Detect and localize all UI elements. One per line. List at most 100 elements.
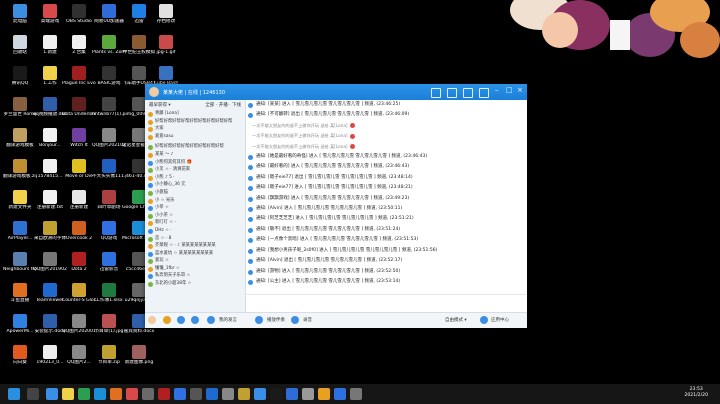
message-input[interactable] [246,294,527,313]
close-icon[interactable]: × [517,86,523,94]
desktop-icon[interactable]: QQ游戏 [92,221,126,255]
desktop-icon[interactable]: 工作簿1.xlsx [92,283,126,317]
desktop-icon[interactable]: Witch It [62,128,96,162]
record-button[interactable]: 录音 [303,317,312,323]
desktop-icon[interactable]: 翻译游戏模板.zip [3,159,37,193]
app-center-button[interactable]: 应用中心 [491,317,509,323]
desktop-icon[interactable]: 节目单.zip [92,345,126,379]
desktop-icon[interactable]: 回收站 [3,35,37,69]
taskbar-app-icon[interactable] [126,388,138,400]
desktop-icon[interactable]: 斗鱼直播 [3,283,37,317]
taskbar-app-icon[interactable] [190,388,202,400]
member-item[interactable]: 东北的小超38年 ☆ [145,280,245,288]
taskbar-app-icon[interactable] [62,388,74,400]
taskbar-app-icon[interactable] [302,388,314,400]
taskbar-app-icon[interactable] [270,388,282,400]
avatar[interactable] [149,87,159,97]
search-icon[interactable] [27,388,39,400]
desktop-icon[interactable]: hntwnb?7(1).png [92,97,126,131]
desktop-icon[interactable]: 向日葵 [3,345,37,379]
minimize-icon[interactable]: – [495,86,499,94]
avatar[interactable] [148,316,156,324]
desktop-icon[interactable]: 四叶草剧场 [92,190,126,224]
member-item[interactable]: 某某 〜 ♪ [145,151,245,159]
taskbar-app-icon[interactable] [222,388,234,400]
play-accompaniment-button[interactable]: 播放伴奏 [267,317,285,323]
speaker-icon[interactable] [191,316,199,324]
taskbar-app-icon[interactable] [158,388,170,400]
taskbar-app-icon[interactable] [46,388,58,400]
member-item[interactable]: 小 ☆ 光乐 [145,197,245,205]
headset-icon[interactable] [207,316,215,324]
member-item[interactable]: 懂懂_1fbr ☆ [145,265,245,273]
desktop-icon[interactable]: Plants vs. Zombies G... [92,35,126,69]
desktop-icon[interactable]: 翻译游戏模板 [3,128,37,162]
member-item[interactable]: 小熊 ♪ 5 · [145,174,245,182]
desktop-icon[interactable]: QQ图片20200128... [62,314,96,348]
taskbar-app-icon[interactable] [238,388,250,400]
desktop-icon[interactable]: 不大头头像111.psd [92,159,126,193]
taskbar-app-icon[interactable] [254,388,266,400]
sort-dropdown[interactable]: 最早获得 ▾ [149,102,171,108]
member-item[interactable]: 芥茉呢 ☆ · ♪ 某某某某某某某某 [145,242,245,250]
taskbar-app-icon[interactable] [350,388,362,400]
desktop-icon[interactable]: Neighbours from Hell [3,252,37,286]
member-item[interactable]: 小叉 ☆ · 清爽花束 [145,166,245,174]
desktop-icon[interactable]: Counter-S Global Off... [62,283,96,317]
top-user-item[interactable]: 爱爱sasu [145,133,245,141]
member-item[interactable]: 蓝水爱坑 ☆ 某某某某某某某某 [145,250,245,258]
desktop-icon[interactable]: 节目单(1).jpg [92,314,126,348]
desktop-icon[interactable]: Dota Underlords [62,97,96,131]
taskbar-app-icon[interactable] [334,388,346,400]
member-item[interactable]: 私奔到天子乐哥 ☆ [145,272,245,280]
desktop-icon[interactable]: 存档修改 [149,4,183,38]
top-user-item[interactable]: 好帮好帮好帮好帮好帮好帮好帮好帮好帮 [145,118,245,126]
desktop-icon[interactable]: 网易UU加速器 [92,4,126,38]
desktop-icon[interactable]: jpg-1.gif [149,35,183,69]
desktop-icon[interactable]: QQ图片2021020... [92,128,126,162]
mode-dropdown[interactable]: 自由模式 ▾ [445,317,467,323]
desktop-icon[interactable]: Overcook 2 [62,221,96,255]
desktop-icon[interactable]: 新建图像.png [122,345,156,379]
desktop-icon[interactable]: 罗兰盛世 Rome [3,97,37,131]
taskbar-app-icon[interactable] [94,388,106,400]
desktop-icon[interactable]: QQ图片2... [62,345,96,379]
desktop-icon[interactable]: BASIC游戏 [92,66,126,100]
desktop-icon[interactable]: 腾讯QQ [3,66,37,100]
grid-icon[interactable] [479,88,489,98]
desktop-icon[interactable]: Dota 2 [62,252,96,286]
desktop-icon[interactable]: 此电脑 [3,4,37,38]
top-user-item[interactable]: 青藤 [Lona] [145,110,245,118]
taskbar-app-icon[interactable] [286,388,298,400]
taskbar-app-icon[interactable] [110,388,122,400]
mic-button-label[interactable]: 我的发言 [219,317,237,323]
desktop-icon[interactable]: 新建文件夹 [3,190,37,224]
image-icon[interactable] [447,88,457,98]
taskbar-app-icon[interactable] [206,388,218,400]
music-icon[interactable] [255,316,263,324]
clock[interactable]: 23:53 2021/2/20 [684,387,708,399]
desktop-icon[interactable]: Plague Inc Evolved [62,66,96,100]
member-item[interactable]: DHz ☆ · [145,227,245,235]
maximize-icon[interactable]: □ [506,86,513,94]
desktop-icon[interactable]: 2.合集 [62,35,96,69]
taskbar-app-icon[interactable] [78,388,90,400]
member-item[interactable]: 小莘 ☆ [145,204,245,212]
chat-titlebar[interactable]: 某某大佬 | 在线 | 1246130 – □ × [145,84,527,100]
member-item[interactable]: 好帮好帮好帮好帮好帮好帮好帮好帮 [145,143,245,151]
desktop-icon[interactable]: 迅雷影音 [92,252,126,286]
home-icon[interactable] [431,88,441,98]
emoji-icon[interactable] [163,316,171,324]
member-item[interactable]: 恋 ☆ · 8 [145,235,245,243]
desktop-icon[interactable]: AirPlayer... [3,221,37,255]
desktop-icon[interactable]: ApowerMi... [3,314,37,348]
desktop-icon[interactable]: 注册新建 [62,190,96,224]
mic-icon[interactable] [177,316,185,324]
record-icon[interactable] [291,316,299,324]
member-item[interactable]: 爱玩 ☆ [145,257,245,265]
member-item[interactable]: 新叮叮 ☆ · [145,219,245,227]
desktop-icon[interactable]: Move or Die [62,159,96,193]
member-item[interactable]: 小熊何其何其何 🎁 [145,159,245,167]
member-item[interactable]: 小小静心_36 元 [145,181,245,189]
app-center-icon[interactable] [480,316,488,324]
